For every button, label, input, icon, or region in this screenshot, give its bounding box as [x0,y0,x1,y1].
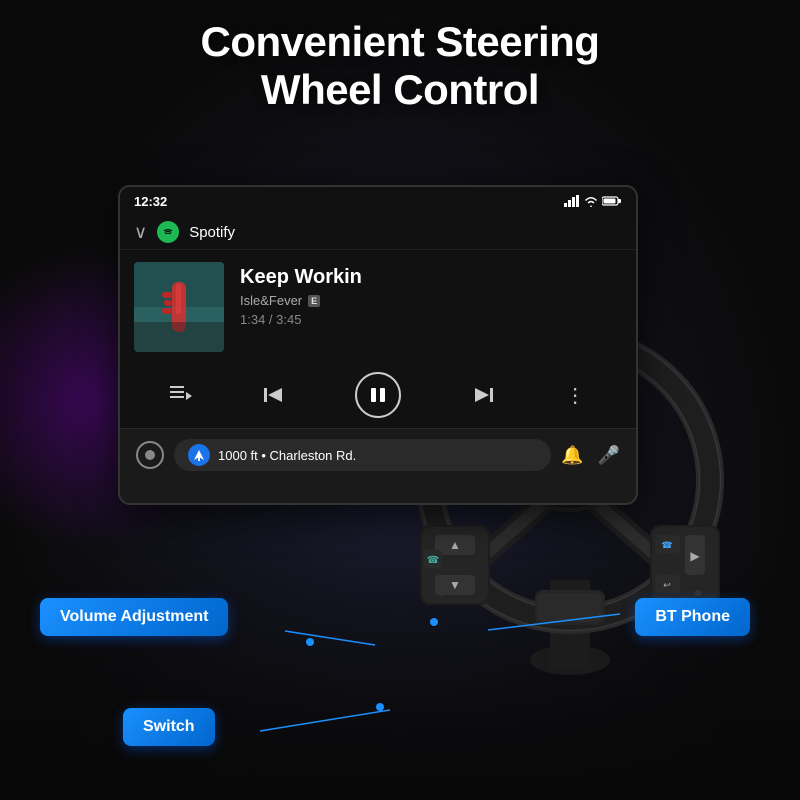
nav-directions[interactable]: 1000 ft • Charleston Rd. [174,439,551,471]
nav-bar: 1000 ft • Charleston Rd. 🔔 🎤 [120,428,636,481]
svg-text:▲: ▲ [449,538,461,552]
mic-icon[interactable]: 🎤 [598,445,620,466]
svg-text:↩: ↩ [663,580,671,590]
track-time: 1:34 / 3:45 [240,312,622,327]
switch-dot [376,703,384,711]
track-artist: Isle&Fever [240,293,302,308]
bt-phone-label: BT Phone [635,598,750,636]
nav-arrow-icon [188,444,210,466]
svg-text:▼: ▼ [449,578,461,592]
track-info: Keep Workin Isle&Fever E 1:34 / 3:45 [240,262,622,327]
album-art [134,262,224,352]
play-pause-button[interactable] [355,372,401,418]
switch-label: Switch [123,708,215,746]
volume-dot [306,638,314,646]
spotify-logo [157,221,179,243]
queue-button[interactable] [170,386,192,404]
bt-dot [430,618,438,626]
explicit-badge: E [308,295,320,307]
playback-controls: ⋮ [120,364,636,428]
nav-text: 1000 ft • Charleston Rd. [218,448,356,463]
spotify-header: ∨ Spotify [120,215,636,250]
chevron-down-icon[interactable]: ∨ [134,222,147,243]
main-title: Convenient Steering Wheel Control [0,18,800,115]
prev-button[interactable] [264,386,284,404]
nav-record-inner [145,450,155,460]
wifi-icon [584,195,598,207]
status-bar: 12:32 [120,187,636,215]
music-content: Keep Workin Isle&Fever E 1:34 / 3:45 [120,250,636,364]
background: ▲ ▼ ☎ ▶ ☎ ↩ [0,0,800,800]
svg-text:▶: ▶ [690,549,700,563]
bell-icon[interactable]: 🔔 [561,445,583,466]
next-button[interactable] [473,386,493,404]
signal-icon [564,195,580,207]
more-button[interactable]: ⋮ [565,383,586,408]
svg-text:☎: ☎ [661,540,672,550]
svg-text:☎: ☎ [427,555,439,566]
status-icons [564,195,622,207]
track-artist-row: Isle&Fever E [240,293,622,308]
spotify-label: Spotify [189,224,235,241]
nav-icons-right: 🔔 🎤 [561,445,620,466]
android-auto-screen: 12:32 [118,185,638,505]
status-time: 12:32 [134,194,167,209]
battery-icon [602,195,622,207]
title-section: Convenient Steering Wheel Control [0,18,800,115]
track-name: Keep Workin [240,266,622,289]
volume-adjustment-label: Volume Adjustment [40,598,228,636]
nav-record-button[interactable] [136,441,164,469]
